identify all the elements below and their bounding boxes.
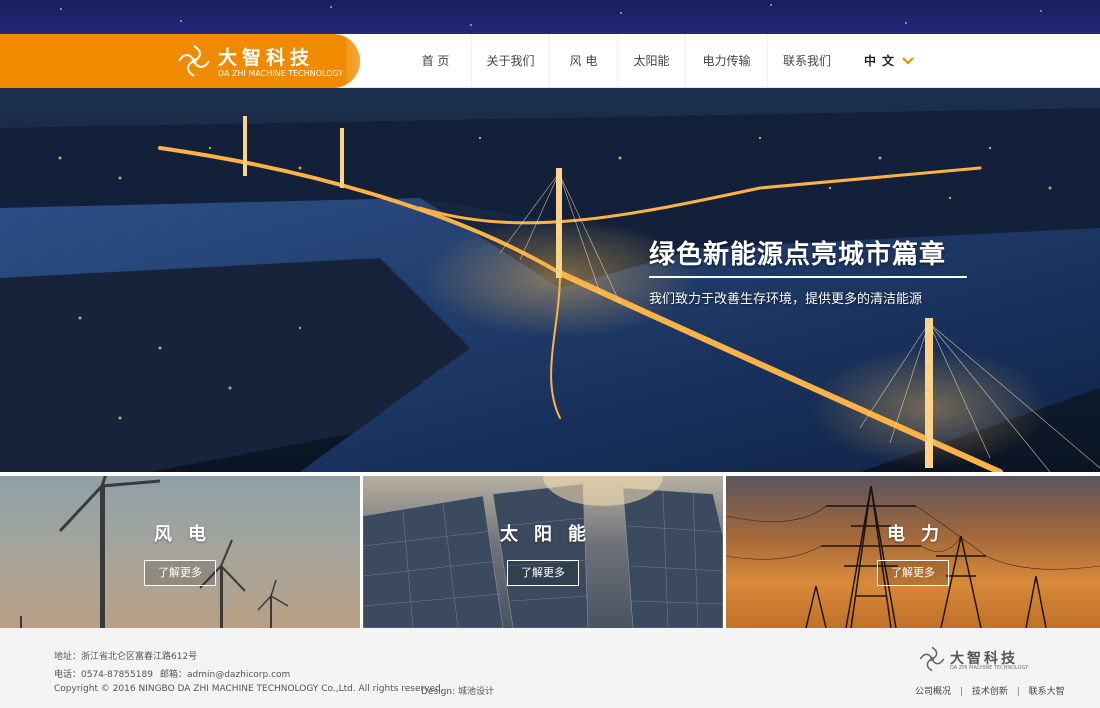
hero-divider xyxy=(649,276,967,278)
nav-item-power-transmission[interactable]: 电力传输 xyxy=(686,34,768,88)
nav-item-wind[interactable]: 风 电 xyxy=(550,34,618,88)
hero-subtitle: 我们致力于改善生存环境，提供更多的清洁能源 xyxy=(649,292,923,307)
wind-turbine-image xyxy=(20,476,289,628)
nav-item-about[interactable]: 关于我们 xyxy=(472,34,550,88)
hero-banner: 绿色新能源点亮城市篇章 我们致力于改善生存环境，提供更多的清洁能源 xyxy=(0,88,1100,472)
logo-mark-icon xyxy=(178,45,210,77)
learn-more-button-power[interactable]: 了解更多 xyxy=(877,560,949,586)
footer-link-separator: | xyxy=(959,687,963,697)
brand-name: 大智科技 xyxy=(218,47,315,69)
footer-phone: 电话：0574-87855189 xyxy=(54,670,153,680)
learn-more-button-solar[interactable]: 了解更多 xyxy=(507,560,579,586)
hero-city-bridge-image xyxy=(0,88,1100,472)
footer-link-separator: | xyxy=(1016,687,1020,697)
site-footer: 地址：浙江省北仑区富春江路612号 电话：0574-87855189 邮箱：ad… xyxy=(0,628,1100,708)
logo[interactable]: 大智科技 DA ZHI MACHINE TECHNOLOGY xyxy=(0,34,360,88)
tile-power-transmission[interactable]: 电力 了解更多 xyxy=(726,476,1100,628)
nav-item-solar[interactable]: 太阳能 xyxy=(618,34,686,88)
tile-power-title: 电力 xyxy=(887,524,955,545)
chevron-down-icon[interactable] xyxy=(902,56,914,66)
footer-address: 地址：浙江省北仑区富春江路612号 xyxy=(54,652,198,662)
main-nav: 首 页 关于我们 风 电 太阳能 电力传输 联系我们 xyxy=(400,34,846,88)
solar-panel-image xyxy=(363,476,723,628)
hero-title: 绿色新能源点亮城市篇章 xyxy=(649,240,947,270)
tile-solar-power[interactable]: 太阳能 了解更多 xyxy=(363,476,723,628)
footer-logo-mark-icon xyxy=(919,646,945,672)
footer-brand-subtitle: DA ZHI MACHINE TECHNOLOGY xyxy=(950,665,1029,671)
site-header: 大智科技 DA ZHI MACHINE TECHNOLOGY 首 页 关于我们 … xyxy=(0,34,1100,88)
tile-wind-power[interactable]: 风电 了解更多 xyxy=(0,476,360,628)
power-tower-image xyxy=(726,485,1100,628)
footer-link-tech-innovation[interactable]: 技术创新 xyxy=(972,687,1008,697)
footer-email[interactable]: 邮箱：admin@dazhicorp.com xyxy=(160,667,290,680)
learn-more-button-wind[interactable]: 了解更多 xyxy=(144,560,216,586)
footer-copyright: Copyright © 2016 NINGBO DA ZHI MACHINE T… xyxy=(54,684,444,694)
footer-link-contact[interactable]: 联系大智 xyxy=(1029,687,1065,697)
tile-solar-title: 太阳能 xyxy=(500,524,602,545)
footer-link-company-overview[interactable]: 公司概况 xyxy=(915,687,951,697)
tile-wind-title: 风电 xyxy=(154,524,222,545)
language-selector[interactable]: 中文 xyxy=(864,34,900,88)
top-decorative-band xyxy=(0,0,1100,34)
brand-subtitle: DA ZHI MACHINE TECHNOLOGY xyxy=(218,69,344,78)
nav-item-contact[interactable]: 联系我们 xyxy=(768,34,846,88)
nav-item-home[interactable]: 首 页 xyxy=(400,34,472,88)
footer-design-credit: Design: 城池设计 xyxy=(421,687,494,697)
footer-links: 公司概况 | 技术创新 | 联系大智 xyxy=(915,684,1065,697)
